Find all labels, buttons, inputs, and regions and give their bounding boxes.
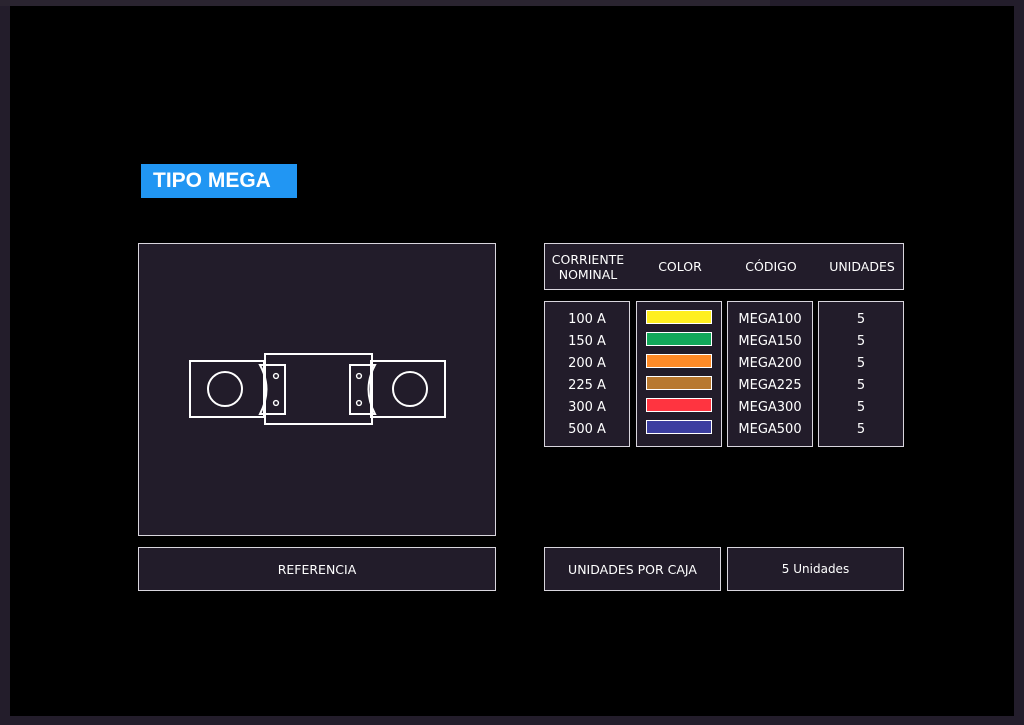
header-codigo: CÓDIGO — [745, 259, 797, 274]
header-corriente-line1: CORRIENTE — [551, 251, 625, 267]
color-swatch — [646, 376, 712, 390]
page-title: TIPO MEGA — [141, 164, 297, 198]
fuse-drawing-panel — [138, 243, 496, 536]
mega-fuse-drawing — [189, 353, 446, 425]
table-cell: MEGA225 — [738, 377, 802, 393]
table-cell: 5 — [856, 355, 866, 371]
table-cell: MEGA150 — [738, 333, 802, 349]
header-corriente: CORRIENTE NOMINAL — [545, 244, 631, 289]
header-unidades: UNIDADES — [829, 259, 895, 274]
header-color: COLOR — [658, 259, 702, 274]
table-cell: MEGA300 — [738, 399, 802, 415]
left-terminal-hole — [207, 371, 243, 407]
color-swatch — [646, 398, 712, 412]
table-header: CORRIENTE NOMINAL COLOR CÓDIGO UNIDADES — [544, 243, 904, 290]
table-cell: 300 A — [568, 399, 606, 415]
units-per-box-label-box: UNIDADES POR CAJA — [544, 547, 721, 591]
units-per-box-value: 5 Unidades — [781, 562, 850, 576]
column-color — [636, 301, 722, 447]
table-cell: 5 — [856, 421, 866, 437]
column-unidades: 5 5 5 5 5 5 — [818, 301, 904, 447]
table-cell: MEGA100 — [738, 311, 802, 327]
right-screw-bottom — [355, 399, 363, 407]
table-cell: 500 A — [568, 421, 606, 437]
left-terminal — [189, 360, 265, 418]
color-swatch — [646, 354, 712, 368]
table-cell: MEGA500 — [738, 421, 802, 437]
color-swatch — [646, 310, 712, 324]
table-cell: 5 — [856, 311, 866, 327]
table-cell: 100 A — [568, 311, 606, 327]
table-cell: MEGA200 — [738, 355, 802, 371]
table-cell: 5 — [856, 399, 866, 415]
header-corriente-line2: NOMINAL — [558, 266, 618, 282]
left-screw-top — [272, 372, 280, 380]
left-screw-bottom — [272, 399, 280, 407]
units-per-box-label: UNIDADES POR CAJA — [568, 561, 697, 577]
right-terminal-hole — [392, 371, 428, 407]
right-screw-top — [355, 372, 363, 380]
units-per-box-value-box: 5 Unidades — [727, 547, 904, 591]
table-cell: 225 A — [568, 377, 606, 393]
table-cell: 5 — [856, 333, 866, 349]
reference-box: REFERENCIA — [138, 547, 496, 591]
table-cell: 5 — [856, 377, 866, 393]
reference-label: REFERENCIA — [277, 561, 357, 577]
column-corriente: 100 A 150 A 200 A 225 A 300 A 500 A — [544, 301, 630, 447]
table-cell: 200 A — [568, 355, 606, 371]
color-swatch — [646, 332, 712, 346]
color-swatch — [646, 420, 712, 434]
table-cell: 150 A — [568, 333, 606, 349]
column-codigo: MEGA100 MEGA150 MEGA200 MEGA225 MEGA300 … — [727, 301, 813, 447]
right-terminal — [370, 360, 446, 418]
